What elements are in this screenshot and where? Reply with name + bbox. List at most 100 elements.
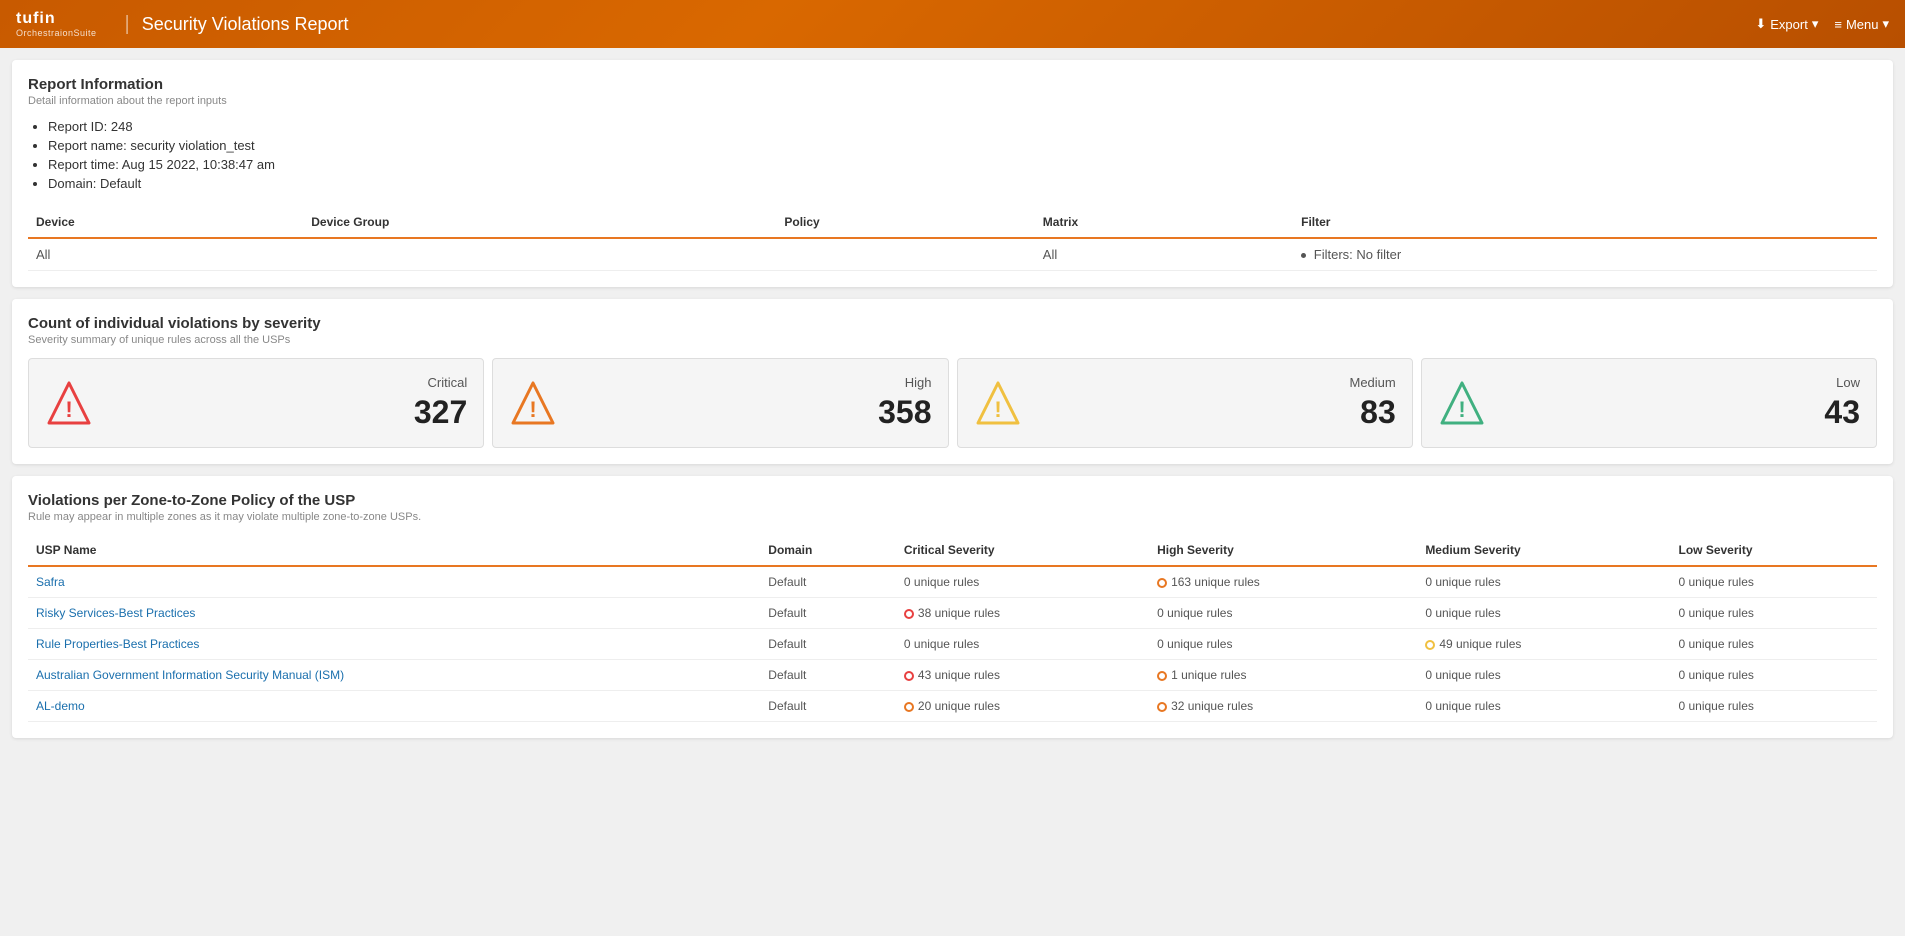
medium-cell: 0 unique rules [1417, 598, 1670, 629]
violations-card: Violations per Zone-to-Zone Policy of th… [12, 476, 1893, 738]
high-severity-card: ! High 358 [492, 358, 948, 448]
main-content: Report Information Detail information ab… [0, 48, 1905, 750]
severity-dot-icon [1157, 578, 1167, 588]
report-details-list: Report ID: 248 Report name: security vio… [28, 119, 1877, 191]
svg-text:!: ! [1458, 397, 1465, 422]
header: tufin OrchestraionSuite | Security Viola… [0, 0, 1905, 48]
severity-dot-icon [904, 609, 914, 619]
critical-cell: 0 unique rules [896, 629, 1149, 660]
critical-count: 327 [109, 394, 467, 431]
header-divider: | [125, 13, 130, 36]
severity-dot-icon [1157, 702, 1167, 712]
severity-card: Count of individual violations by severi… [12, 299, 1893, 464]
menu-button[interactable]: ≡ Menu ▾ [1834, 16, 1889, 32]
col-usp-name: USP Name [28, 535, 760, 566]
filter-cell: Filters: No filter [1293, 238, 1877, 271]
report-domain-item: Domain: Default [48, 176, 1877, 191]
medium-label: Medium [1038, 375, 1396, 390]
filter-value: Filters: No filter [1314, 247, 1401, 262]
usp-name-cell[interactable]: Risky Services-Best Practices [28, 598, 760, 629]
device-group-cell [303, 238, 776, 271]
severity-subtitle: Severity summary of unique rules across … [28, 334, 1877, 346]
medium-cell: 49 unique rules [1417, 629, 1670, 660]
critical-cell: 43 unique rules [896, 660, 1149, 691]
critical-label: Critical [109, 375, 467, 390]
low-cell: 0 unique rules [1670, 691, 1877, 722]
critical-info: Critical 327 [109, 375, 467, 431]
col-device-group: Device Group [303, 207, 776, 238]
col-policy: Policy [776, 207, 1034, 238]
col-matrix: Matrix [1035, 207, 1293, 238]
violations-subtitle: Rule may appear in multiple zones as it … [28, 511, 1877, 523]
usp-name-cell[interactable]: Safra [28, 566, 760, 598]
medium-cell: 0 unique rules [1417, 660, 1670, 691]
medium-warning-icon: ! [974, 379, 1022, 427]
table-row: All All Filters: No filter [28, 238, 1877, 271]
severity-dot-icon [1425, 640, 1435, 650]
domain-cell: Default [760, 629, 896, 660]
low-severity-card: ! Low 43 [1421, 358, 1877, 448]
high-cell: 0 unique rules [1149, 598, 1417, 629]
policy-cell [776, 238, 1034, 271]
high-warning-icon: ! [509, 379, 557, 427]
menu-chevron-icon: ▾ [1882, 16, 1889, 32]
col-device: Device [28, 207, 303, 238]
domain-cell: Default [760, 566, 896, 598]
high-cell: 1 unique rules [1149, 660, 1417, 691]
severity-title: Count of individual violations by severi… [28, 315, 1877, 332]
svg-text:!: ! [530, 397, 537, 422]
page-title: Security Violations Report [142, 14, 1756, 35]
medium-cell: 0 unique rules [1417, 691, 1670, 722]
high-count: 358 [573, 394, 931, 431]
col-high-severity: High Severity [1149, 535, 1417, 566]
col-filter: Filter [1293, 207, 1877, 238]
report-filter-table: Device Device Group Policy Matrix Filter… [28, 207, 1877, 271]
domain-cell: Default [760, 660, 896, 691]
report-time-item: Report time: Aug 15 2022, 10:38:47 am [48, 157, 1877, 172]
violations-title: Violations per Zone-to-Zone Policy of th… [28, 492, 1877, 509]
table-row: Safra Default 0 unique rules 163 unique … [28, 566, 1877, 598]
severity-dot-icon [904, 671, 914, 681]
low-count: 43 [1502, 394, 1860, 431]
critical-cell: 38 unique rules [896, 598, 1149, 629]
device-cell: All [28, 238, 303, 271]
low-warning-icon: ! [1438, 379, 1486, 427]
report-name-item: Report name: security violation_test [48, 138, 1877, 153]
high-cell: 32 unique rules [1149, 691, 1417, 722]
severity-grid: ! Critical 327 ! High 358 [28, 358, 1877, 448]
low-cell: 0 unique rules [1670, 629, 1877, 660]
medium-info: Medium 83 [1038, 375, 1396, 431]
low-info: Low 43 [1502, 375, 1860, 431]
severity-dot-icon [1157, 671, 1167, 681]
export-button[interactable]: ⬇ Export ▾ [1755, 16, 1818, 32]
col-medium-severity: Medium Severity [1417, 535, 1670, 566]
violations-table: USP Name Domain Critical Severity High S… [28, 535, 1877, 722]
table-row: Rule Properties-Best Practices Default 0… [28, 629, 1877, 660]
svg-text:!: ! [65, 397, 72, 422]
usp-name-cell[interactable]: Rule Properties-Best Practices [28, 629, 760, 660]
critical-warning-icon: ! [45, 379, 93, 427]
critical-cell: 0 unique rules [896, 566, 1149, 598]
svg-text:!: ! [994, 397, 1001, 422]
menu-label: Menu [1846, 17, 1879, 32]
medium-count: 83 [1038, 394, 1396, 431]
logo: tufin OrchestraionSuite [16, 10, 97, 38]
logo-text: tufin [16, 10, 97, 28]
menu-icon: ≡ [1834, 17, 1842, 32]
col-critical-severity: Critical Severity [896, 535, 1149, 566]
critical-severity-card: ! Critical 327 [28, 358, 484, 448]
table-row: AL-demo Default 20 unique rules 32 uniqu… [28, 691, 1877, 722]
report-info-title: Report Information [28, 76, 1877, 93]
medium-severity-card: ! Medium 83 [957, 358, 1413, 448]
table-row: Risky Services-Best Practices Default 38… [28, 598, 1877, 629]
critical-cell: 20 unique rules [896, 691, 1149, 722]
usp-name-cell[interactable]: AL-demo [28, 691, 760, 722]
low-label: Low [1502, 375, 1860, 390]
usp-name-cell[interactable]: Australian Government Information Securi… [28, 660, 760, 691]
severity-dot-icon [904, 702, 914, 712]
high-info: High 358 [573, 375, 931, 431]
domain-cell: Default [760, 691, 896, 722]
col-domain: Domain [760, 535, 896, 566]
low-cell: 0 unique rules [1670, 598, 1877, 629]
logo-sub: OrchestraionSuite [16, 28, 97, 38]
